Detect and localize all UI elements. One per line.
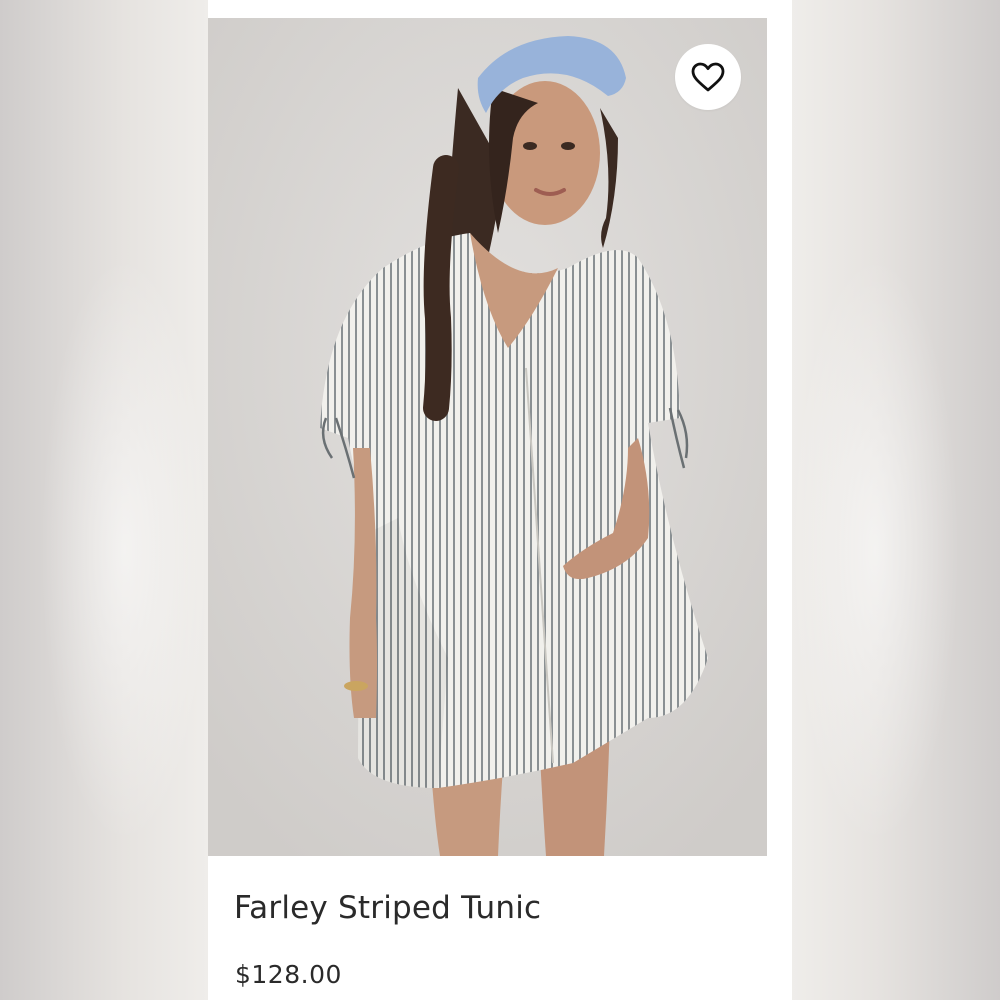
product-card[interactable]: Farley Striped Tunic $128.00 — [208, 0, 792, 1000]
blurred-background-left — [0, 0, 208, 1000]
product-photo-illustration — [208, 18, 767, 856]
screen: Farley Striped Tunic $128.00 — [0, 0, 1000, 1000]
product-image[interactable] — [208, 18, 767, 856]
product-title[interactable]: Farley Striped Tunic — [234, 890, 541, 926]
heart-icon — [691, 62, 725, 92]
product-price: $128.00 — [235, 960, 342, 989]
blurred-background-right — [792, 0, 1000, 1000]
favorite-button[interactable] — [675, 44, 741, 110]
